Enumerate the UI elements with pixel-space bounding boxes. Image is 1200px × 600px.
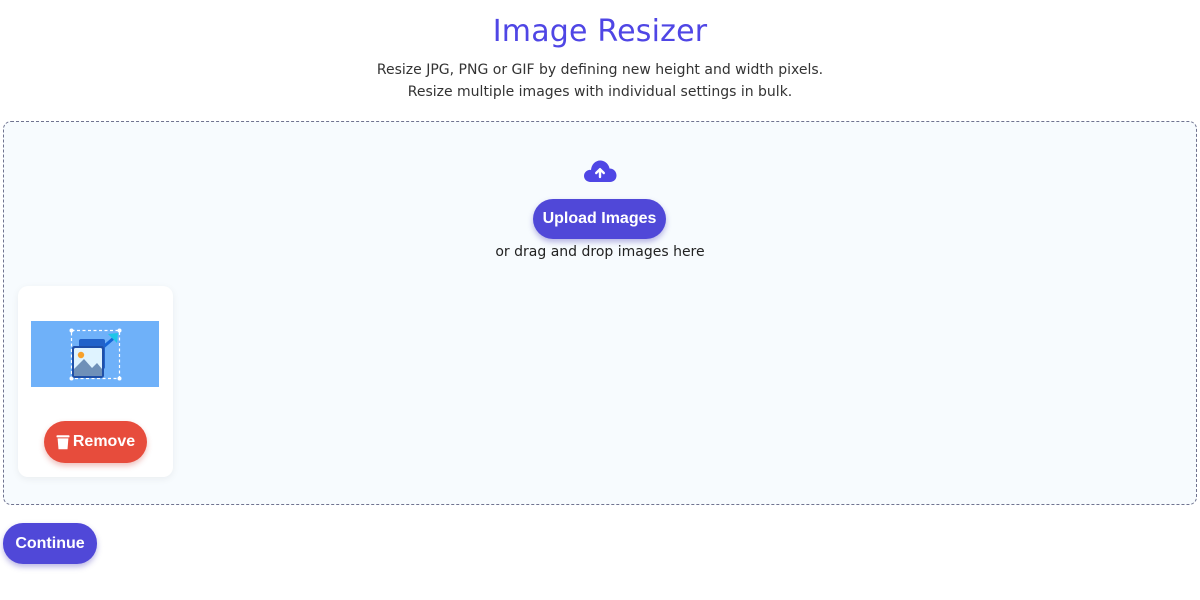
remove-image-button[interactable]: Remove	[44, 421, 147, 463]
image-resize-thumbnail	[31, 321, 159, 387]
upload-images-button[interactable]: Upload Images	[533, 199, 666, 239]
page-title: Image Resizer	[492, 14, 708, 49]
page-subtitle-line1: Resize JPG, PNG or GIF by defining new h…	[376, 62, 824, 78]
drag-drop-hint: or drag and drop images here	[495, 244, 705, 260]
page: Image Resizer Resize JPG, PNG or GIF by …	[0, 0, 1200, 600]
page-subtitle-line2: Resize multiple images with individual s…	[407, 84, 793, 100]
cloud-upload-icon	[584, 160, 617, 182]
remove-button-label: Remove	[72, 433, 136, 450]
continue-button[interactable]: Continue	[3, 523, 97, 564]
trash-icon	[56, 435, 70, 450]
